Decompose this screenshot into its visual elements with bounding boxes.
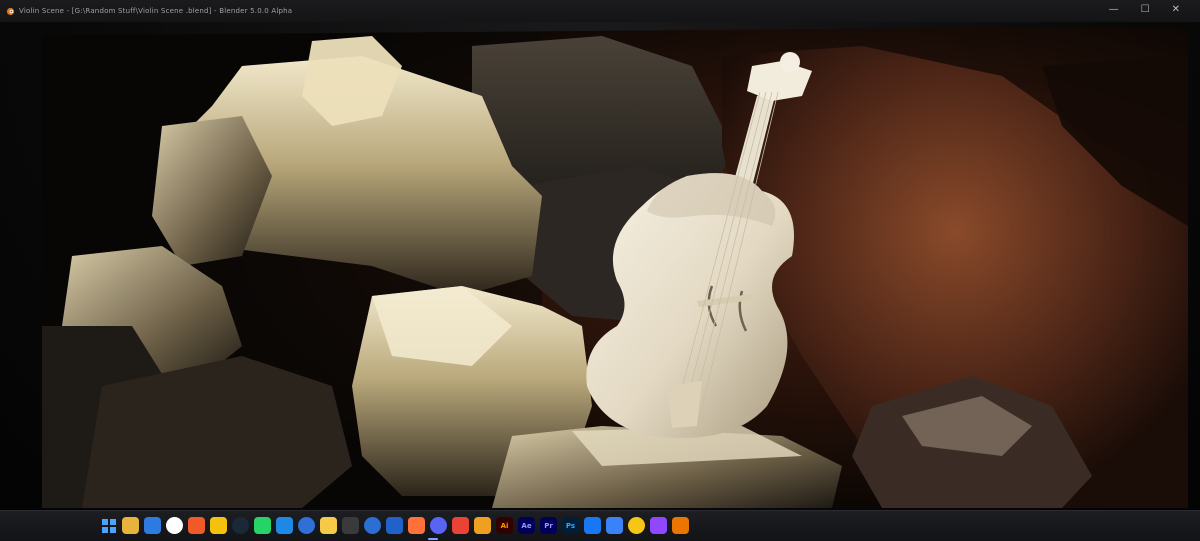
firefox-icon[interactable]	[408, 517, 425, 534]
after-effects-label: Ae	[521, 521, 532, 530]
photoshop-label: Ps	[565, 521, 576, 530]
file-explorer-icon[interactable]	[320, 517, 337, 534]
app-icon-5[interactable]	[166, 517, 183, 534]
monitor-screen: Violin Scene - [G:\Random Stuff\Violin S…	[0, 0, 1200, 541]
illustrator-label: Ai	[500, 521, 509, 530]
phone-link-icon[interactable]	[606, 517, 623, 534]
steam-icon[interactable]	[232, 517, 249, 534]
discord-icon[interactable]	[430, 517, 447, 534]
render-viewport[interactable]	[42, 26, 1188, 508]
chrome-dev-icon[interactable]	[452, 517, 469, 534]
brave-icon[interactable]	[188, 517, 205, 534]
window-controls: — ☐ ✕	[1109, 3, 1180, 17]
taskbar: Ai Ae Pr Ps	[0, 510, 1200, 541]
folder-icon[interactable]	[386, 517, 403, 534]
whatsapp-icon[interactable]	[254, 517, 271, 534]
close-button[interactable]: ✕	[1172, 3, 1180, 17]
mail-icon[interactable]	[298, 517, 315, 534]
app-icon-25[interactable]	[628, 517, 645, 534]
title-bar[interactable]: Violin Scene - [G:\Random Stuff\Violin S…	[0, 0, 1200, 22]
rendered-scene	[42, 26, 1188, 508]
calendar-icon[interactable]	[144, 517, 161, 534]
terminal-icon[interactable]	[342, 517, 359, 534]
file-explorer-small-icon[interactable]	[122, 517, 139, 534]
illustrator-icon[interactable]: Ai	[496, 517, 513, 534]
photoshop-icon[interactable]: Ps	[562, 517, 579, 534]
window-title: Violin Scene - [G:\Random Stuff\Violin S…	[19, 7, 293, 15]
messenger-icon[interactable]	[584, 517, 601, 534]
twitch-icon[interactable]	[650, 517, 667, 534]
after-effects-icon[interactable]: Ae	[518, 517, 535, 534]
search-icon[interactable]	[474, 517, 491, 534]
minimize-button[interactable]: —	[1109, 3, 1119, 17]
unity-icon[interactable]	[364, 517, 381, 534]
blender-icon[interactable]	[672, 517, 689, 534]
microsoft-store-icon[interactable]	[276, 517, 293, 534]
premiere-label: Pr	[544, 521, 553, 530]
taskbar-icons: Ai Ae Pr Ps	[100, 517, 689, 534]
premiere-icon[interactable]: Pr	[540, 517, 557, 534]
maximize-button[interactable]: ☐	[1141, 3, 1150, 17]
windows-start-icon[interactable]	[100, 517, 117, 534]
chrome-icon[interactable]	[210, 517, 227, 534]
blender-logo-icon	[6, 7, 15, 15]
